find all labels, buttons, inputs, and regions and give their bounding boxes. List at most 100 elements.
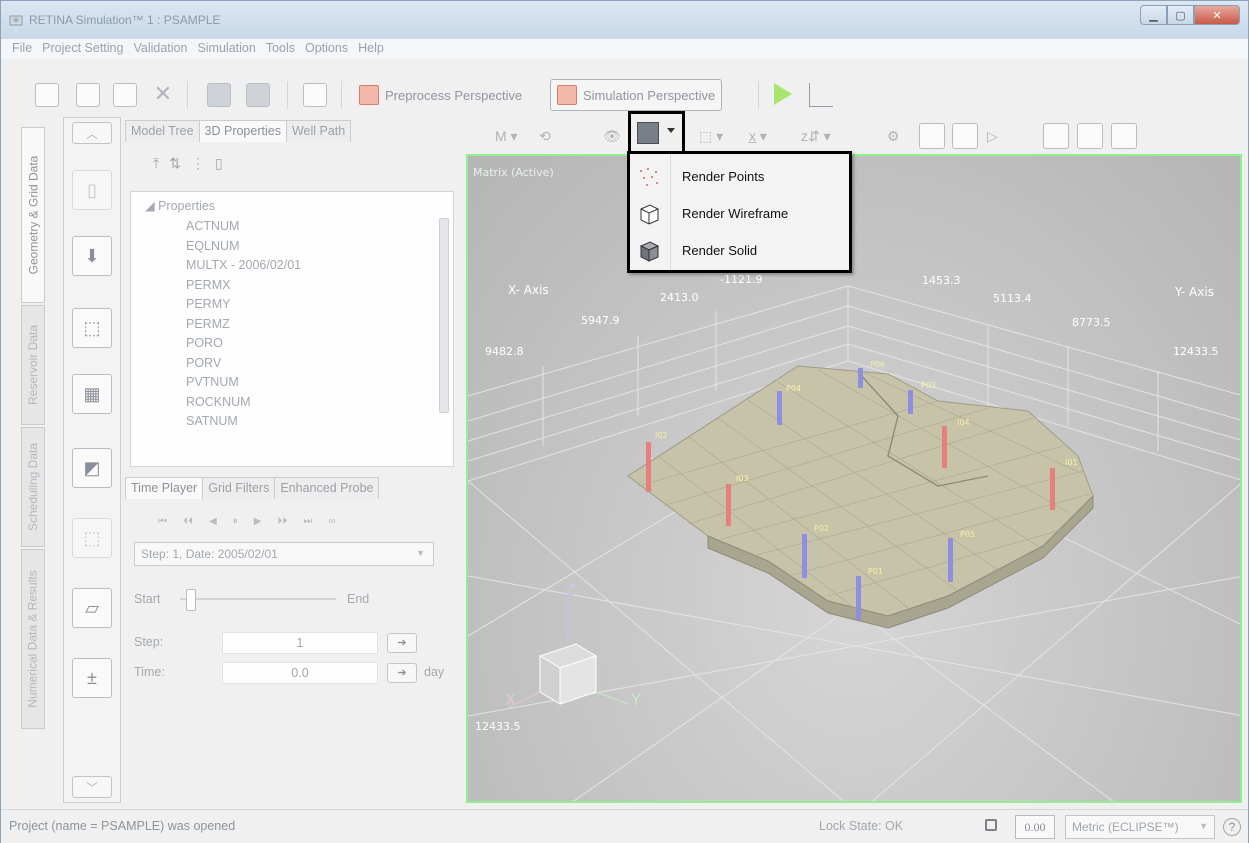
scroll-down-icon[interactable]: ﹀ bbox=[72, 776, 112, 798]
new-project-icon[interactable] bbox=[35, 83, 59, 107]
maximize-button[interactable]: ▢ bbox=[1167, 5, 1194, 25]
plane-icon[interactable]: ▱ bbox=[72, 588, 112, 628]
3d-viewport[interactable]: Matrix (Active) X- Axis Y- Axis 9482.8 5… bbox=[466, 154, 1242, 803]
zoom-value[interactable]: 0.00 bbox=[1015, 815, 1055, 839]
step-input[interactable]: 1 bbox=[222, 632, 378, 654]
property-item[interactable]: PVTNUM bbox=[186, 375, 301, 395]
cube-icon[interactable]: ⬚ bbox=[72, 308, 112, 348]
menu-item-render-solid[interactable]: Render Solid bbox=[630, 233, 849, 268]
well-p03[interactable] bbox=[908, 390, 913, 414]
import-icon[interactable]: ⬇ bbox=[72, 236, 112, 276]
well-p06[interactable] bbox=[858, 368, 863, 388]
surface-icon[interactable] bbox=[1111, 123, 1137, 149]
property-item[interactable]: PORO bbox=[186, 336, 301, 356]
menu-validation[interactable]: Validation bbox=[128, 39, 192, 59]
well-p04[interactable] bbox=[777, 391, 782, 425]
tab-scheduling-data[interactable]: Scheduling Data bbox=[21, 427, 45, 547]
menu-options[interactable]: Options bbox=[300, 39, 353, 59]
menu-tools[interactable]: Tools bbox=[261, 39, 300, 59]
tab-well-path[interactable]: Well Path bbox=[285, 120, 352, 142]
save-icon[interactable] bbox=[207, 83, 231, 107]
go-step-button[interactable]: ➔ bbox=[387, 633, 417, 653]
new-file-icon[interactable] bbox=[76, 83, 100, 107]
help-icon[interactable]: ? bbox=[1223, 818, 1241, 836]
tab-grid-filters[interactable]: Grid Filters bbox=[202, 477, 276, 499]
property-item[interactable]: ACTNUM bbox=[186, 219, 301, 239]
grid-tool-icon[interactable]: ▯ bbox=[72, 170, 112, 210]
cube-grid-icon[interactable]: ⬚ bbox=[72, 518, 112, 558]
color-legend-icon[interactable]: ⋮ bbox=[191, 155, 205, 172]
chart-icon[interactable] bbox=[809, 83, 833, 107]
menu-item-render-wireframe[interactable]: Render Wireframe bbox=[630, 196, 849, 231]
save-as-icon[interactable] bbox=[246, 83, 270, 107]
tab-time-player[interactable]: Time Player bbox=[125, 477, 204, 499]
close-project-icon[interactable]: ✕ bbox=[151, 83, 175, 107]
tree-scrollbar[interactable] bbox=[436, 196, 452, 464]
run-simulation-icon[interactable] bbox=[774, 83, 792, 105]
gear-icon[interactable]: ⚙ bbox=[887, 123, 900, 149]
scrollbar-thumb[interactable] bbox=[439, 218, 449, 413]
well-icon[interactable] bbox=[1077, 123, 1103, 149]
property-item[interactable]: EQLNUM bbox=[186, 239, 301, 259]
step-date-select[interactable]: Step: 1, Date: 2005/02/01 ▼ bbox=[134, 542, 434, 566]
menu-simulation[interactable]: Simulation bbox=[192, 39, 260, 59]
menu-item-render-points[interactable]: Render Points bbox=[630, 159, 849, 194]
grid-lines-icon[interactable] bbox=[952, 123, 978, 149]
ecl-file-icon[interactable] bbox=[113, 83, 137, 107]
tab-reservoir-data[interactable]: Reservoir Data bbox=[21, 305, 45, 425]
property-item[interactable]: PERMY bbox=[186, 297, 301, 317]
eye-icon[interactable]: 👁 bbox=[603, 123, 621, 149]
export-icon[interactable]: ⤒ bbox=[153, 155, 159, 172]
go-time-button[interactable]: ➔ bbox=[387, 663, 417, 683]
play-icon[interactable]: ▶ bbox=[254, 516, 262, 527]
well-i04[interactable] bbox=[942, 426, 947, 468]
well-p05[interactable] bbox=[948, 538, 953, 582]
well-i02[interactable] bbox=[646, 442, 651, 492]
time-slider-track[interactable] bbox=[180, 598, 336, 600]
unit-system-select[interactable]: Metric (ECLIPSE™) ▼ bbox=[1065, 815, 1215, 839]
lock-icon[interactable] bbox=[985, 819, 997, 831]
property-item[interactable]: PERMX bbox=[186, 278, 301, 298]
preprocess-perspective-button[interactable]: Preprocess Perspective bbox=[353, 79, 528, 111]
view-cube-icon[interactable] bbox=[1043, 123, 1069, 149]
property-item[interactable]: PORV bbox=[186, 356, 301, 376]
property-item[interactable]: MULTX - 2006/02/01 bbox=[186, 258, 301, 278]
tab-model-tree[interactable]: Model Tree bbox=[125, 120, 200, 142]
tree-root[interactable]: ◢ Properties bbox=[145, 198, 215, 213]
tab-numerical-data-results[interactable]: Numerical Data & Results bbox=[21, 549, 45, 729]
menu-file[interactable]: File bbox=[7, 39, 37, 59]
first-step-icon[interactable]: ⏮ bbox=[158, 516, 167, 527]
measure-dropdown[interactable]: M ▾ bbox=[495, 123, 518, 149]
polygon-icon[interactable]: ▷ bbox=[987, 123, 998, 149]
property-item[interactable]: SATNUM bbox=[186, 414, 301, 434]
time-slider-thumb[interactable] bbox=[186, 589, 196, 611]
grid-block-icon[interactable]: ▦ bbox=[72, 374, 112, 414]
well-p02[interactable] bbox=[802, 534, 807, 578]
pause-icon[interactable]: ⏸ bbox=[233, 516, 238, 527]
loop-icon[interactable]: ∞ bbox=[328, 516, 335, 527]
property-item[interactable]: ROCKNUM bbox=[186, 395, 301, 415]
menu-project-setting[interactable]: Project Setting bbox=[37, 39, 128, 59]
time-input[interactable]: 0.0 bbox=[222, 662, 378, 684]
rotate-icon[interactable]: ⟲ bbox=[539, 123, 551, 149]
slice-icon[interactable]: ◩ bbox=[72, 448, 112, 488]
property-item[interactable]: PERMZ bbox=[186, 317, 301, 337]
tab-geometry-grid-data[interactable]: Geometry & Grid Data bbox=[21, 127, 45, 303]
x-scale-dropdown[interactable]: x̲ ▾ bbox=[749, 123, 767, 149]
well-i03[interactable] bbox=[726, 484, 731, 526]
z-scale-dropdown[interactable]: z⇵ ▾ bbox=[801, 123, 831, 149]
close-button[interactable]: ✕ bbox=[1194, 5, 1240, 25]
simulation-perspective-button[interactable]: Simulation Perspective bbox=[550, 79, 723, 111]
minimize-button[interactable]: ▁ bbox=[1140, 5, 1167, 25]
calculator-icon[interactable]: ± bbox=[72, 658, 112, 698]
menu-help[interactable]: Help bbox=[353, 39, 389, 59]
tree-view-icon[interactable] bbox=[303, 83, 327, 107]
step-back-icon[interactable]: ◀ bbox=[209, 516, 217, 527]
well-i01[interactable] bbox=[1050, 468, 1055, 510]
next-step-icon[interactable]: ⏵⏵ bbox=[277, 516, 287, 527]
well-p01[interactable] bbox=[856, 576, 861, 620]
tab-3d-properties[interactable]: 3D Properties bbox=[198, 120, 287, 142]
save-3d-icon[interactable] bbox=[919, 123, 945, 149]
prev-step-icon[interactable]: ⏴⏴ bbox=[183, 516, 193, 527]
tab-enhanced-probe[interactable]: Enhanced Probe bbox=[274, 477, 380, 499]
